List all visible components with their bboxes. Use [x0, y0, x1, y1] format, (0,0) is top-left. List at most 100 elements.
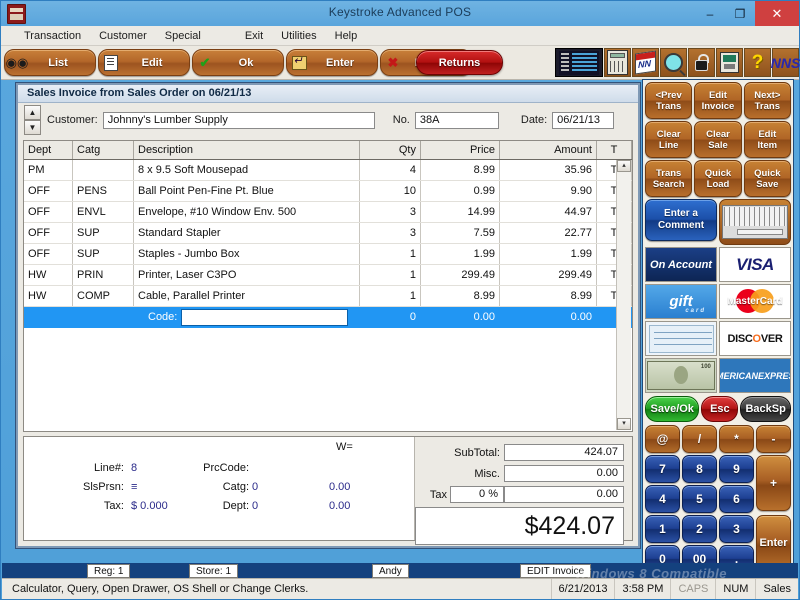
tax-rate-value[interactable]: 0 % [450, 486, 504, 503]
menu-utilities[interactable]: Utilities [272, 29, 325, 43]
grid-scrollbar[interactable]: ▴ ▾ [616, 160, 631, 430]
key-at[interactable]: @ [645, 425, 680, 453]
table-row[interactable]: HW COMP Cable, Parallel Printer 1 8.99 8… [24, 285, 632, 307]
table-row[interactable]: OFF SUP Standard Stapler 3 7.59 22.77 T [24, 222, 632, 244]
backsp-button[interactable]: BackSp [740, 396, 791, 422]
misc-value[interactable]: 0.00 [504, 465, 624, 482]
menu-help[interactable]: Help [326, 29, 367, 43]
returns-button[interactable]: Returns [416, 50, 503, 75]
table-row[interactable]: HW PRIN Printer, Laser C3PO 1 299.49 299… [24, 264, 632, 286]
gift-card-tile[interactable]: gift card [645, 284, 717, 319]
key-3[interactable]: 3 [719, 515, 754, 543]
report-grid-icon[interactable] [555, 48, 603, 77]
table-row[interactable]: OFF ENVL Envelope, #10 Window Env. 500 3… [24, 201, 632, 223]
clerk-tab[interactable]: Andy [372, 564, 409, 578]
key-asterisk[interactable]: * [719, 425, 754, 453]
record-spinner[interactable]: ▲ ▼ [24, 105, 41, 135]
table-row[interactable]: PM 8 x 9.5 Soft Mousepad 4 8.99 35.96 T [24, 159, 632, 181]
invoice-no-input[interactable]: 38A [414, 111, 499, 129]
edit-item-line1: Edit [758, 128, 777, 140]
scroll-up-button[interactable]: ▴ [617, 160, 631, 172]
nns-logo-icon[interactable]: NNS [771, 48, 800, 77]
save-ok-button[interactable]: Save/Ok [645, 396, 700, 422]
query-magnifier-icon[interactable] [660, 48, 687, 77]
cell-dept: PM [24, 159, 73, 181]
open-drawer-icon[interactable] [716, 48, 743, 77]
list-button[interactable]: ◉◉ List [4, 49, 96, 76]
col-description[interactable]: Description [133, 141, 360, 160]
window-title: Keystroke Advanced POS [328, 5, 472, 19]
menu-special[interactable]: Special [156, 29, 210, 43]
cash-drawer-lock-icon[interactable] [688, 48, 715, 77]
key-8[interactable]: 8 [682, 455, 717, 483]
quick-load-button[interactable]: Quick Load [694, 160, 742, 197]
key-minus[interactable]: - [756, 425, 791, 453]
invoice-date-input[interactable]: 06/21/13 [552, 111, 615, 129]
key-7[interactable]: 7 [645, 455, 680, 483]
quick-save-button[interactable]: Quick Save [743, 160, 791, 197]
register-tab[interactable]: Reg: 1 [87, 564, 131, 578]
key-5[interactable]: 5 [682, 485, 717, 513]
prev-trans-button[interactable]: <Prev Trans [645, 82, 693, 119]
prev-trans-line2: Trans [655, 100, 682, 112]
ok-button[interactable]: ✔ Ok [192, 49, 284, 76]
trans-search-button[interactable]: Trans Search [645, 160, 693, 197]
key-9[interactable]: 9 [719, 455, 754, 483]
maximize-button[interactable]: ❐ [725, 1, 755, 26]
tax-value: $ 0.000 [131, 500, 168, 512]
mastercard-tile[interactable]: MasterCard [719, 284, 791, 319]
store-tab[interactable]: Store: 1 [189, 564, 239, 578]
menu-exit[interactable]: Exit [236, 29, 272, 43]
cash-tile[interactable] [645, 358, 717, 393]
col-price[interactable]: Price [420, 141, 500, 160]
check-tile[interactable] [645, 321, 717, 356]
table-row-active[interactable]: Code: 0 0.00 0.00 [24, 306, 632, 328]
help-question-icon[interactable]: ? [744, 48, 771, 77]
edit-button[interactable]: Edit [98, 49, 190, 76]
enter-comment-button[interactable]: Enter a Comment [645, 199, 717, 241]
table-row[interactable]: OFF SUP Staples - Jumbo Box 1 1.99 1.99 … [24, 243, 632, 265]
discover-tile[interactable]: DISC O VER [719, 321, 791, 356]
menu-transaction[interactable]: Transaction [15, 29, 90, 43]
amex-tile[interactable]: AMERICAN EXPRESS [719, 358, 791, 393]
minimize-button[interactable]: – [695, 1, 725, 26]
col-qty[interactable]: Qty [359, 141, 421, 160]
key-4[interactable]: 4 [645, 485, 680, 513]
visa-tile[interactable]: VISA [719, 247, 791, 282]
on-screen-keyboard-button[interactable] [719, 199, 791, 245]
edit-item-button[interactable]: Edit Item [743, 121, 791, 158]
on-account-tile[interactable]: On Account [645, 247, 717, 282]
misc-label: Misc. [474, 467, 500, 480]
scroll-down-button[interactable]: ▾ [617, 418, 631, 430]
table-row[interactable]: OFF PENS Ball Point Pen-Fine Pt. Blue 10… [24, 180, 632, 202]
spinner-down-button[interactable]: ▼ [24, 120, 41, 135]
tax-amount-value: 0.00 [504, 486, 624, 503]
spinner-up-button[interactable]: ▲ [24, 105, 41, 120]
calculator-icon[interactable] [604, 48, 631, 77]
col-amount[interactable]: Amount [499, 141, 597, 160]
key-slash[interactable]: / [682, 425, 717, 453]
enter-button[interactable]: Enter [286, 49, 378, 76]
edit-invoice-button[interactable]: Edit Invoice [694, 82, 742, 119]
mode-tab[interactable]: EDIT Invoice [520, 564, 592, 578]
col-taxable[interactable]: T [596, 141, 632, 160]
close-button[interactable]: ✕ [755, 1, 799, 26]
clear-line-button[interactable]: Clear Line [645, 121, 693, 158]
cell-catg: ENVL [72, 201, 134, 223]
quick-save-line2: Save [756, 178, 779, 190]
customer-input[interactable]: Johnny's Lumber Supply [102, 111, 375, 129]
col-catg[interactable]: Catg [72, 141, 134, 160]
esc-button[interactable]: Esc [701, 396, 739, 422]
key-2[interactable]: 2 [682, 515, 717, 543]
trans-search-line2: Search [652, 178, 685, 190]
next-trans-button[interactable]: Next> Trans [743, 82, 791, 119]
totals-left: W= Line#: 8 PrcCode: SlsPrsn: ≡ Catg: 0 … [24, 437, 412, 540]
key-6[interactable]: 6 [719, 485, 754, 513]
key-plus[interactable]: + [756, 455, 791, 511]
clear-sale-button[interactable]: Clear Sale [694, 121, 742, 158]
col-dept[interactable]: Dept [24, 141, 73, 160]
code-input[interactable] [181, 308, 349, 326]
menu-customer[interactable]: Customer [90, 29, 156, 43]
key-1[interactable]: 1 [645, 515, 680, 543]
reports-icon[interactable] [632, 48, 659, 77]
